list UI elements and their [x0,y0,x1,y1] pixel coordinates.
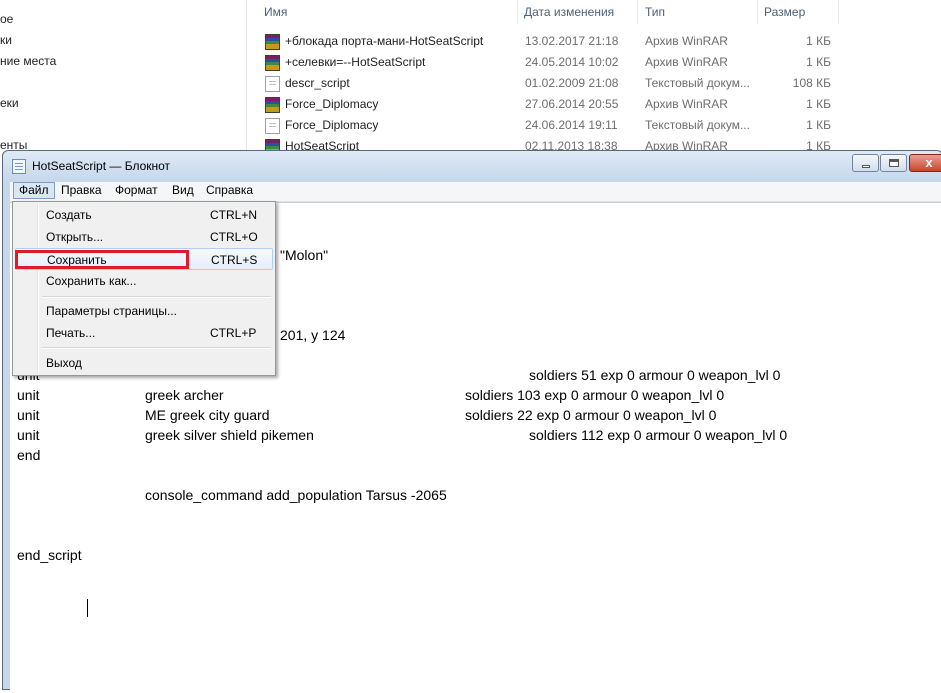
menu-view[interactable]: Вид [167,182,199,199]
column-header-date[interactable]: Дата изменения [524,5,614,19]
file-name: Force_Diplomacy [285,118,379,132]
menu-item-label: Сохранить как... [46,274,137,288]
menu-file[interactable]: Файл [13,182,55,199]
menu-item-label: Создать [46,208,92,222]
file-type: Текстовый докум... [645,118,750,132]
code-line: greek archer [145,387,224,403]
file-size: 1 КБ [806,97,831,111]
nav-item[interactable]: ние места [0,54,56,68]
file-row[interactable]: +селевки=--HotSeatScript 24.05.2014 10:0… [256,51,838,72]
menu-bar: Файл Правка Формат Вид Справка [10,182,941,202]
file-type: Архив WinRAR [645,55,728,69]
file-row[interactable]: Force_Diplomacy 24.06.2014 19:11 Текстов… [256,114,838,135]
column-header-type[interactable]: Тип [645,5,665,19]
file-name: +блокада порта-мани-HotSeatScript [285,34,484,48]
code-line: console_command add_population Tarsus -2… [145,487,447,503]
explorer-window: ое ки ние места еки енты Имя Дата измене… [0,0,941,160]
nav-item[interactable]: ки [0,33,12,47]
code-line: "Molon" [280,247,329,263]
menu-item-label: Сохранить [47,253,107,267]
menu-item-label: Печать... [46,326,96,340]
file-date: 01.02.2009 21:08 [525,76,619,90]
menu-item-shortcut: CTRL+O [210,230,258,244]
column-header-name[interactable]: Имя [264,5,287,19]
menu-item-label: Параметры страницы... [46,304,177,318]
window-title: HotSeatScript — Блокнот [32,159,171,173]
menu-item-shortcut: CTRL+S [211,253,258,267]
file-date: 24.05.2014 10:02 [525,55,619,69]
menu-format[interactable]: Формат [110,182,163,199]
file-size: 108 КБ [792,76,831,90]
file-row[interactable]: Force_Diplomacy 27.06.2014 20:55 Архив W… [256,93,838,114]
column-divider[interactable] [838,0,839,24]
title-bar[interactable]: HotSeatScript — Блокнот x [3,151,941,182]
close-button[interactable]: x [909,154,941,172]
file-row[interactable]: +блокада порта-мани-HotSeatScript 13.02.… [256,30,838,51]
menu-item-shortcut: CTRL+P [210,326,257,340]
winrar-icon [265,55,280,71]
code-line: end_script [17,547,82,563]
maximize-button[interactable] [880,154,907,172]
file-date: 27.06.2014 20:55 [525,97,619,111]
file-type: Архив WinRAR [645,34,728,48]
file-size: 1 КБ [806,118,831,132]
menu-item-save-as[interactable]: Сохранить как... [15,270,273,292]
minimize-button[interactable] [852,154,879,172]
column-divider[interactable] [517,0,518,24]
menu-help[interactable]: Справка [201,182,258,199]
code-line: soldiers 103 exp 0 armour 0 weapon_lvl 0 [465,387,725,403]
close-icon: x [925,155,933,170]
nav-item[interactable]: еки [0,96,19,110]
menu-separator [42,296,271,298]
file-name: Force_Diplomacy [285,97,379,111]
menu-item-print[interactable]: Печать... CTRL+P [15,322,273,344]
file-row[interactable]: descr_script 01.02.2009 21:08 Текстовый … [256,72,838,93]
code-line: soldiers 22 exp 0 armour 0 weapon_lvl 0 [465,407,717,423]
code-line: unit [17,387,40,403]
column-header-size[interactable]: Размер [764,5,805,19]
explorer-nav-pane: ое ки ние места еки енты [0,0,247,160]
code-line: greek silver shield pikemen [145,427,314,443]
maximize-icon [889,159,899,167]
menu-item-save[interactable]: Сохранить CTRL+S [15,248,273,270]
code-line: unit [17,407,40,423]
code-line: soldiers 51 exp 0 armour 0 weapon_lvl 0 [529,367,781,383]
code-line: 201, y 124 [280,327,346,343]
text-caret [87,599,88,617]
code-line: unit [17,427,40,443]
text-file-icon [265,118,280,134]
winrar-icon [265,97,280,113]
file-size: 1 КБ [806,34,831,48]
column-divider[interactable] [757,0,758,24]
menu-item-label: Открыть... [46,230,104,244]
file-type: Текстовый докум... [645,76,750,90]
file-size: 1 КБ [806,55,831,69]
column-divider[interactable] [637,0,638,24]
nav-item[interactable]: ое [0,12,13,26]
menu-item-open[interactable]: Открыть... CTRL+O [15,226,273,248]
code-line: ME greek city guard [145,407,270,423]
menu-edit[interactable]: Правка [56,182,107,199]
notepad-icon[interactable] [12,159,26,174]
file-date: 24.06.2014 19:11 [525,118,618,132]
file-date: 13.02.2017 21:18 [525,34,619,48]
file-list-header: Имя Дата изменения Тип Размер [256,0,941,24]
file-type: Архив WinRAR [645,97,728,111]
text-file-icon [265,76,280,92]
menu-item-exit[interactable]: Выход [15,352,273,374]
menu-item-new[interactable]: Создать CTRL+N [15,204,273,226]
minimize-icon [862,165,870,168]
file-name: descr_script [285,76,350,90]
menu-separator [42,347,271,349]
menu-item-shortcut: CTRL+N [210,208,258,222]
menu-item-label: Выход [46,356,82,370]
code-line: soldiers 112 exp 0 armour 0 weapon_lvl 0 [529,427,788,443]
winrar-icon [265,34,280,50]
menu-item-page-setup[interactable]: Параметры страницы... [15,300,273,322]
file-dropdown-menu: Создать CTRL+N Открыть... CTRL+O Сохрани… [12,201,276,376]
file-name: +селевки=--HotSeatScript [285,55,426,69]
code-line: end [17,447,41,463]
